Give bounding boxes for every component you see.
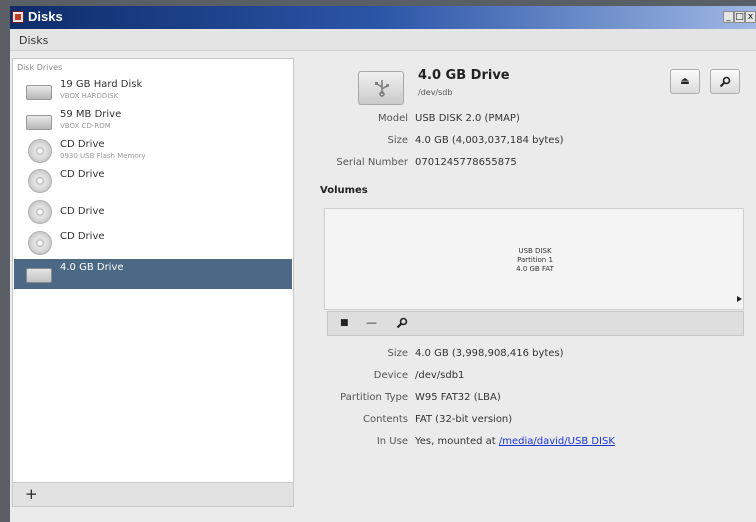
drive-subtitle: VBOX HARDDISK	[60, 92, 119, 100]
partition-label-name: USB DISK	[518, 247, 552, 255]
model-label: Model	[377, 113, 408, 124]
volumes-heading: Volumes	[320, 185, 368, 196]
stop-volume-button[interactable]: ■	[340, 318, 349, 328]
disk-drives-heading: Disk Drives	[17, 63, 63, 72]
drive-settings-button[interactable]	[710, 69, 740, 94]
serial-number-label: Serial Number	[336, 157, 408, 168]
drive-name: 59 MB Drive	[60, 109, 122, 120]
usb-drive-icon	[358, 71, 404, 105]
disk-drives-list: Disk Drives 19 GB Hard Disk VBOX HARDDIS…	[12, 58, 294, 507]
hard-disk-icon	[26, 85, 52, 100]
drive-item-4gb-drive[interactable]: 4.0 GB Drive	[14, 259, 292, 289]
disk-device: /dev/sdb	[418, 88, 453, 97]
disks-window: Disks _ □ x Disks Disk Drives 19 GB Hard…	[10, 6, 756, 522]
drive-subtitle: VBOX CD-ROM	[60, 122, 111, 130]
drive-name: CD Drive	[60, 139, 105, 150]
eject-button[interactable]: ⏏	[670, 69, 700, 94]
drive-subtitle: 0930 USB Flash Memory	[60, 152, 146, 160]
eject-icon: ⏏	[680, 76, 690, 87]
model-value: USB DISK 2.0 (PMAP)	[415, 113, 520, 124]
drive-item-cd-drive-2[interactable]: CD Drive	[14, 166, 292, 196]
close-button[interactable]: x	[745, 11, 756, 23]
drive-item-59mb-drive[interactable]: 59 MB Drive VBOX CD-ROM	[14, 106, 292, 136]
optical-disc-icon	[28, 231, 52, 255]
remove-partition-button[interactable]: —	[366, 316, 377, 329]
drive-item-cd-drive-3[interactable]: CD Drive	[14, 197, 292, 227]
optical-disc-icon	[28, 200, 52, 224]
drive-name: CD Drive	[60, 206, 105, 217]
drive-name: 19 GB Hard Disk	[60, 79, 143, 90]
serial-number-value: 0701245778655875	[415, 157, 517, 168]
disk-title: 4.0 GB Drive	[418, 68, 510, 83]
volume-size-value: 4.0 GB (3,998,908,416 bytes)	[415, 348, 564, 359]
title-bar[interactable]: Disks _ □ x	[10, 6, 756, 29]
minimize-button[interactable]: _	[723, 11, 734, 23]
drive-item-cd-drive-4[interactable]: CD Drive	[14, 228, 292, 258]
partition-type-label: Partition Type	[340, 392, 408, 403]
maximize-button[interactable]: □	[734, 11, 745, 23]
in-use-status: Yes, mounted at	[415, 436, 496, 447]
partition-label-size: 4.0 GB FAT	[516, 265, 554, 273]
menu-bar: Disks	[10, 29, 756, 51]
contents-label: Contents	[363, 414, 408, 425]
in-use-label: In Use	[376, 436, 408, 447]
size-label: Size	[387, 135, 408, 146]
partition-type-value: W95 FAT32 (LBA)	[415, 392, 501, 403]
scroll-right-arrow-icon[interactable]	[737, 296, 742, 302]
wrench-icon	[396, 317, 408, 329]
drive-item-cd-drive-1[interactable]: CD Drive 0930 USB Flash Memory	[14, 136, 292, 166]
volume-device-value: /dev/sdb1	[415, 370, 465, 381]
disks-app-icon	[12, 11, 24, 23]
drive-name: CD Drive	[60, 231, 105, 242]
window-title: Disks	[28, 9, 63, 24]
drive-name: 4.0 GB Drive	[60, 262, 124, 273]
add-button[interactable]: +	[25, 487, 38, 502]
optical-disc-icon	[28, 169, 52, 193]
size-value: 4.0 GB (4,003,037,184 bytes)	[415, 135, 564, 146]
volume-size-label: Size	[387, 348, 408, 359]
drive-item-19gb-hard-disk[interactable]: 19 GB Hard Disk VBOX HARDDISK	[14, 76, 292, 106]
volume-device-label: Device	[373, 370, 408, 381]
mount-point-link[interactable]: /media/david/USB DISK	[499, 436, 615, 447]
wrench-icon	[719, 76, 731, 88]
volume-settings-button[interactable]	[396, 317, 408, 332]
drive-name: CD Drive	[60, 169, 105, 180]
optical-disc-icon	[28, 139, 52, 163]
contents-value: FAT (32-bit version)	[415, 414, 513, 425]
partition-label-number: Partition 1	[517, 256, 553, 264]
volume-toolbar: ■ —	[327, 311, 744, 336]
in-use-value: Yes, mounted at /media/david/USB DISK	[415, 436, 615, 447]
hard-disk-icon	[26, 115, 52, 130]
sidebar-toolbar: +	[13, 482, 293, 506]
menu-disks[interactable]: Disks	[19, 34, 48, 47]
usb-drive-icon	[26, 268, 52, 283]
volume-partition-map[interactable]: USB DISK Partition 1 4.0 GB FAT	[324, 208, 744, 310]
